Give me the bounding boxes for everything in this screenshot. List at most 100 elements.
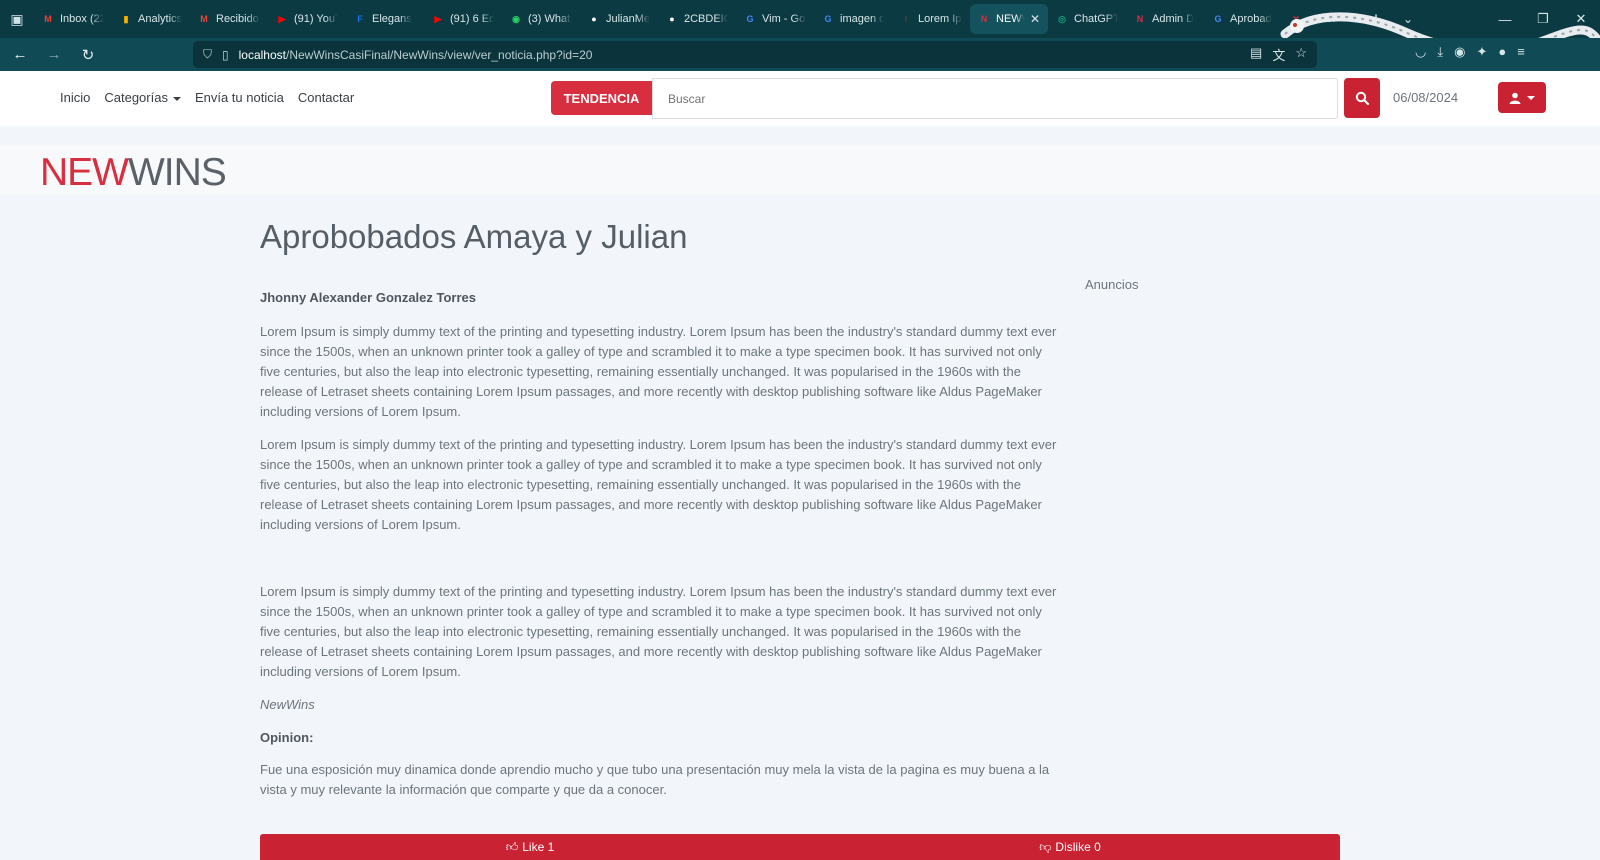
search-icon: [1355, 91, 1369, 105]
browser-tab[interactable]: ▶ (91) YouT: [268, 4, 346, 34]
browser-tab[interactable]: I Lorem Ips: [892, 4, 970, 34]
browser-tab[interactable]: F Elegans: [346, 4, 424, 34]
article-source: NewWins: [260, 697, 315, 712]
menu-item-contact[interactable]: Contactar: [298, 90, 354, 105]
restore-icon[interactable]: ❐: [1524, 0, 1562, 38]
browser-tab[interactable]: ● JulianMer: [580, 4, 658, 34]
article-paragraph: Lorem Ipsum is simply dummy text of the …: [260, 437, 1057, 532]
chevron-down-icon: [172, 96, 181, 101]
browser-tab[interactable]: N NEWW ✕: [970, 4, 1048, 34]
tab-favicon-icon: ◎: [1058, 14, 1066, 24]
tab-favicon-icon: N: [1136, 14, 1144, 24]
tab-title: (91) 6 Edit: [450, 13, 494, 25]
thumbs-down-icon: 👎︎: [1039, 839, 1052, 854]
tab-title: Admin D: [1152, 13, 1195, 25]
tab-favicon-icon: ▶: [434, 14, 442, 24]
dislike-label: Dislike 0: [1055, 840, 1101, 854]
article-paragraph: Lorem Ipsum is simply dummy text of the …: [260, 324, 1057, 419]
tab-favicon-icon: ▶: [278, 14, 286, 24]
browser-toolbar: ← → ↻ ⛉ ▯ localhost/NewWinsCasiFinal/New…: [0, 38, 1600, 71]
browser-tab[interactable]: ◎ ChatGPT: [1048, 4, 1126, 34]
tab-favicon-icon: G: [824, 14, 832, 24]
back-icon[interactable]: ←: [6, 41, 34, 69]
extension-badge-icon[interactable]: ●: [1498, 44, 1506, 60]
article-author: Jhonny Alexander Gonzalez Torres: [260, 290, 476, 305]
site-logo[interactable]: NEWWINS: [40, 151, 227, 195]
tab-overview-icon[interactable]: ▣: [0, 0, 34, 38]
menu-item-send-news[interactable]: Envía tu noticia: [195, 90, 284, 105]
pocket-icon[interactable]: ◡: [1415, 44, 1426, 60]
browser-tab[interactable]: ◉ (3) Whats: [502, 4, 580, 34]
tab-favicon-icon: ◉: [512, 14, 520, 24]
browser-tab[interactable]: Gimagen d: [814, 4, 892, 34]
tab-strip: M Inbox (22 ▮ Analytics M Recibidos ▶ (91) YouT…: [34, 4, 1360, 34]
tab-favicon-icon: M: [44, 14, 52, 24]
tab-title: 2CBDEIO: [684, 13, 728, 25]
browser-tab[interactable]: M Recibidos: [190, 4, 268, 34]
logo-wins: WINS: [128, 151, 227, 194]
bookmark-star-icon[interactable]: ☆: [1295, 45, 1307, 64]
logo-new: NEW: [40, 151, 129, 194]
tab-title: (3) Whats: [528, 13, 572, 25]
tab-favicon-icon: I: [904, 14, 908, 24]
user-menu-button[interactable]: [1498, 82, 1546, 113]
browser-tab[interactable]: G Aprobad: [1204, 4, 1282, 34]
translate-icon[interactable]: 文: [1272, 45, 1285, 64]
search-input[interactable]: [652, 78, 1338, 119]
tab-title: Recibidos: [216, 13, 260, 25]
current-date: 06/08/2024: [1393, 90, 1459, 105]
thumbs-up-icon: 👍︎: [505, 839, 519, 854]
ads-sidebar-label: Anuncios: [1085, 277, 1139, 292]
forward-icon[interactable]: →: [40, 41, 68, 69]
menu-item-home[interactable]: Inicio: [60, 90, 90, 105]
tab-title: Inbox (22: [60, 13, 104, 25]
trend-button[interactable]: TENDENCIA: [551, 81, 652, 115]
tab-favicon-icon: G: [1214, 14, 1222, 24]
tab-title: JulianMer: [606, 13, 650, 25]
browser-tab[interactable]: ✕ educa: [1282, 4, 1360, 34]
main-menu: Inicio Categorías Envía tu noticia Conta…: [60, 90, 354, 105]
downloads-icon[interactable]: ⤓: [1437, 44, 1443, 60]
browser-tab[interactable]: ▮ Analytics: [112, 4, 190, 34]
address-bar[interactable]: ⛉ ▯ localhost/NewWinsCasiFinal/NewWins/v…: [193, 41, 1317, 68]
tab-favicon-icon: ●: [591, 14, 597, 24]
tab-favicon-icon: G: [746, 14, 754, 24]
tab-title: Vim - Goo: [762, 13, 806, 25]
minimize-icon[interactable]: —: [1486, 0, 1524, 38]
close-window-icon[interactable]: ✕: [1562, 0, 1600, 38]
categories-label: Categorías: [104, 90, 168, 105]
app-menu-icon[interactable]: ≡: [1517, 44, 1525, 60]
tab-title: imagen d: [840, 13, 884, 25]
browser-tab[interactable]: N Admin D: [1126, 4, 1204, 34]
tab-title: ChatGPT: [1074, 13, 1118, 25]
tab-title: NEWW: [996, 13, 1024, 25]
page-icon: ▯: [222, 47, 229, 62]
tab-favicon-icon: F: [357, 14, 363, 24]
shield-icon[interactable]: ⛉: [203, 47, 212, 62]
window-controls: — ❐ ✕: [1486, 0, 1600, 38]
url-host: localhost: [238, 47, 286, 62]
like-button[interactable]: 👍︎ Like 1: [260, 834, 800, 860]
tab-favicon-icon: ▮: [123, 14, 129, 24]
dislike-button[interactable]: 👎︎ Dislike 0: [800, 834, 1340, 860]
browser-tab[interactable]: M Inbox (22: [34, 4, 112, 34]
browser-tab[interactable]: G Vim - Goo: [736, 4, 814, 34]
reader-view-icon[interactable]: ▤: [1250, 45, 1262, 64]
tab-list-chevron-icon[interactable]: ⌄: [1392, 12, 1424, 26]
browser-tab[interactable]: ▶ (91) 6 Edit: [424, 4, 502, 34]
browser-tab[interactable]: ● 2CBDEIO: [658, 4, 736, 34]
new-tab-icon[interactable]: +: [1360, 9, 1392, 30]
menu-item-categories[interactable]: Categorías: [104, 90, 181, 105]
tab-favicon-icon: ●: [669, 14, 675, 24]
logo-band: NEWWINS: [0, 145, 1600, 195]
user-icon: [1509, 92, 1521, 104]
tab-title: Elegans: [372, 13, 412, 25]
article-title: Aprobobados Amaya y Julian: [260, 218, 688, 255]
close-tab-icon[interactable]: ✕: [1030, 12, 1040, 26]
account-icon[interactable]: ◉: [1454, 44, 1465, 60]
tab-favicon-icon: M: [200, 14, 208, 24]
tab-title: Aprobad: [1230, 13, 1272, 25]
extensions-icon[interactable]: ✦: [1476, 44, 1487, 60]
reload-icon[interactable]: ↻: [74, 41, 102, 69]
search-button[interactable]: [1344, 78, 1380, 118]
